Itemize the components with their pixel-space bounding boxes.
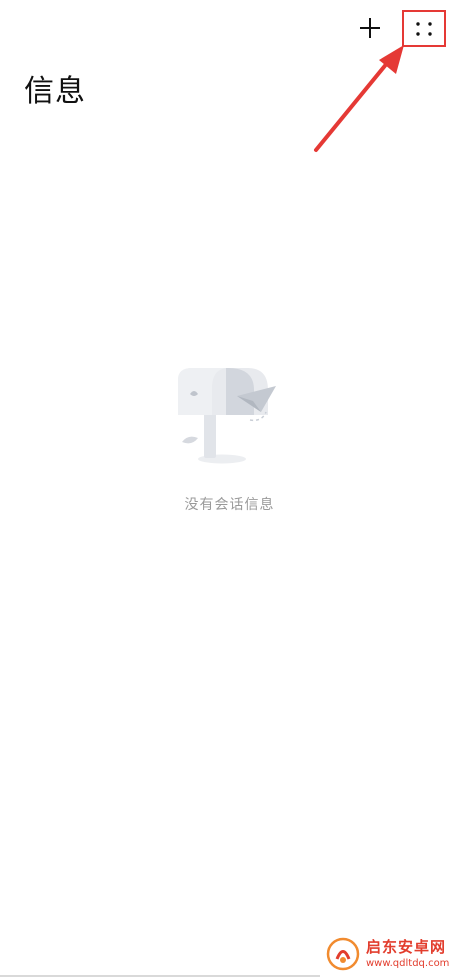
site-watermark: 启东安卓网 www.qdltdq.com [326, 932, 456, 976]
mailbox-illustration [178, 367, 276, 464]
watermark-url: www.qdltdq.com [366, 957, 450, 969]
empty-state-message: 没有会话信息 [184, 497, 275, 513]
four-dots-icon [416, 21, 432, 36]
page-title: 信息 [24, 74, 86, 109]
plus-icon [360, 18, 380, 38]
watermark-text: 启东安卓网 www.qdltdq.com [366, 937, 450, 969]
bottom-divider [0, 975, 320, 977]
site-logo-icon [326, 937, 360, 971]
annotation-arrow [314, 45, 404, 152]
watermark-title: 启东安卓网 [366, 937, 447, 956]
